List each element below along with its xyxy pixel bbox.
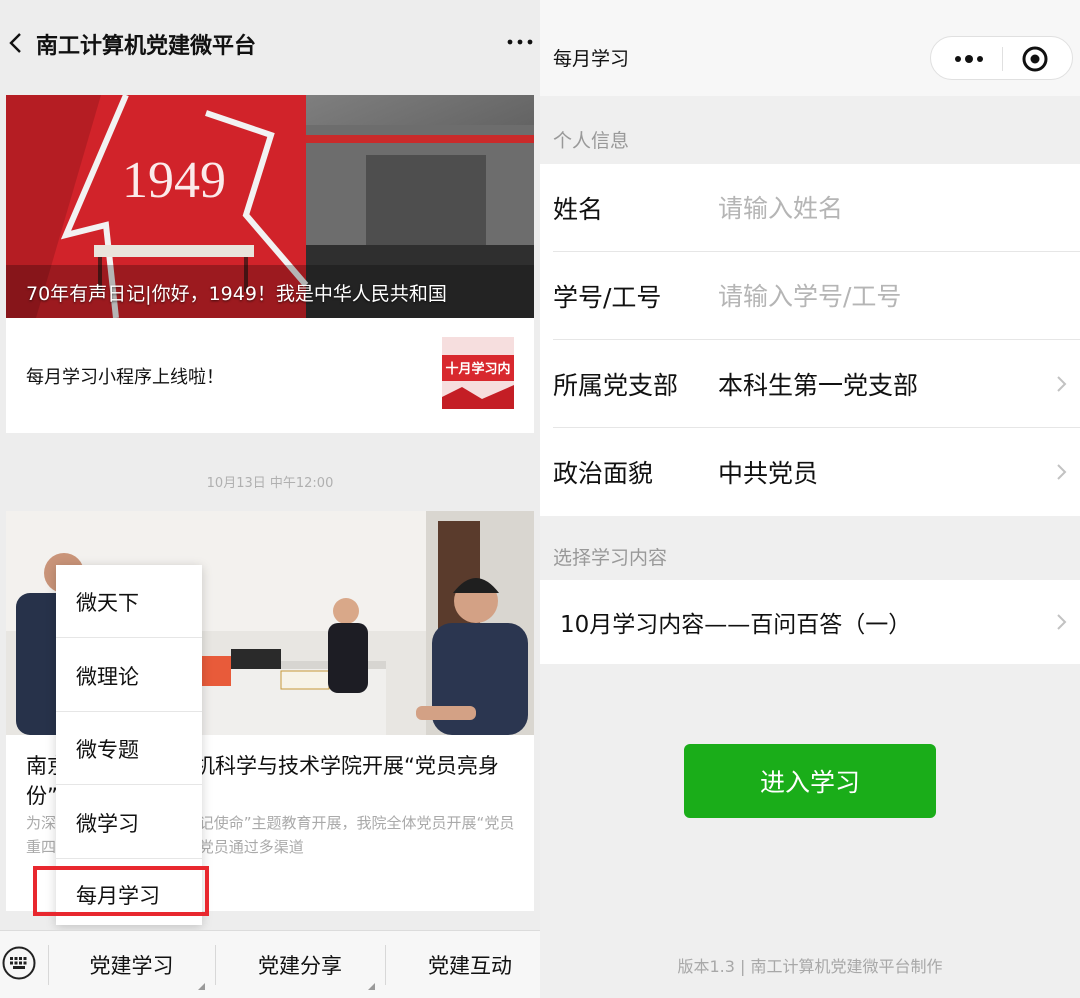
- article-card[interactable]: 1949 70年有声日记|你好，1949！我是中华人民共和国 每月学习小程序上线…: [6, 95, 534, 433]
- study-content-picker[interactable]: 10月学习内容——百问百答（一）: [540, 580, 1080, 664]
- chevron-right-icon: [1057, 614, 1067, 630]
- name-label: 姓名: [553, 195, 604, 224]
- branch-value: 本科生第一党支部: [718, 371, 919, 400]
- submenu-item-weililun[interactable]: 微理论: [76, 661, 139, 691]
- submenu-item-weitianxia[interactable]: 微天下: [76, 587, 139, 617]
- cover-year-text: 1949: [122, 152, 226, 209]
- divider: [56, 711, 202, 712]
- submenu-indicator-icon: [368, 983, 375, 990]
- id-label: 学号/工号: [553, 283, 662, 312]
- sub-article-title: 每月学习小程序上线啦！: [26, 367, 224, 388]
- divider: [56, 637, 202, 638]
- capsule-menu: [930, 36, 1073, 80]
- branch-picker-row[interactable]: 所属党支部 本科生第一党支部: [540, 340, 1080, 428]
- submenu-item-weixuexi[interactable]: 微学习: [76, 808, 139, 838]
- target-icon[interactable]: [1021, 45, 1049, 73]
- section-label-study-content: 选择学习内容: [553, 547, 668, 569]
- sub-article-item[interactable]: 每月学习小程序上线啦！ 十月学习内: [6, 318, 534, 433]
- sub-article-thumbnail: 十月学习内: [442, 337, 514, 409]
- submenu-item-weizhuanti[interactable]: 微专题: [76, 734, 139, 764]
- mini-program-pane: 每月学习 个人信息 姓名 学号/工号 所属党支部 本科生第一党支部: [540, 0, 1080, 998]
- id-input[interactable]: [718, 276, 1038, 316]
- message-timestamp: 10月13日 中午12:00: [206, 476, 334, 491]
- menu-tab-dangjian-hudong[interactable]: 党建互动: [385, 931, 540, 998]
- politics-picker-row[interactable]: 政治面貌 中共党员: [540, 428, 1080, 516]
- bottom-menu-bar: 党建学习 党建分享 党建互动: [0, 930, 540, 998]
- page-title: 每月学习: [553, 48, 630, 70]
- divider: [56, 858, 202, 859]
- highlight-annotation-box: [33, 866, 209, 916]
- divider: [56, 784, 202, 785]
- id-row: 学号/工号: [540, 252, 1080, 340]
- divider: [1002, 47, 1003, 71]
- article-cover-title: 70年有声日记|你好，1949！我是中华人民共和国: [26, 283, 447, 305]
- account-title: 南工计算机党建微平台: [36, 34, 257, 59]
- mini-program-header: 每月学习: [540, 0, 1080, 96]
- name-row: 姓名: [540, 164, 1080, 252]
- politics-label: 政治面貌: [553, 459, 654, 488]
- branch-label: 所属党支部: [553, 371, 679, 400]
- menu-tab-dangjian-xuexi[interactable]: 党建学习: [48, 931, 215, 998]
- enter-study-button[interactable]: 进入学习: [684, 744, 936, 818]
- thumb-text: 十月学习内: [445, 361, 510, 377]
- name-input[interactable]: [718, 188, 1038, 228]
- more-dots-icon[interactable]: [505, 32, 535, 52]
- chat-header: 南工计算机党建微平台: [0, 0, 540, 88]
- more-dots-icon[interactable]: [951, 49, 987, 69]
- menu-tab-label: 党建学习: [89, 954, 174, 978]
- menu-tab-label: 党建互动: [428, 954, 512, 978]
- version-footer: 版本1.3 | 南工计算机党建微平台制作: [677, 957, 943, 976]
- article-list-pane: 南工计算机党建微平台 1949 70年有声日记|你好，1949！我是中华人民共和…: [0, 0, 540, 998]
- chevron-right-icon: [1057, 464, 1067, 480]
- back-arrow-icon[interactable]: [4, 28, 28, 58]
- section-label-personal-info: 个人信息: [553, 130, 630, 152]
- menu-tab-label: 党建分享: [258, 954, 342, 978]
- chevron-right-icon: [1057, 376, 1067, 392]
- personal-info-form: 姓名 学号/工号 所属党支部 本科生第一党支部 政治面貌 中共党员: [540, 164, 1080, 516]
- keyboard-icon[interactable]: [2, 946, 36, 980]
- menu-tab-dangjian-fenxiang[interactable]: 党建分享: [215, 931, 385, 998]
- article-cover-image[interactable]: 1949 70年有声日记|你好，1949！我是中华人民共和国: [6, 95, 534, 318]
- study-content-value: 10月学习内容——百问百答（一）: [560, 612, 912, 638]
- submenu-indicator-icon: [198, 983, 205, 990]
- politics-value: 中共党员: [718, 459, 819, 488]
